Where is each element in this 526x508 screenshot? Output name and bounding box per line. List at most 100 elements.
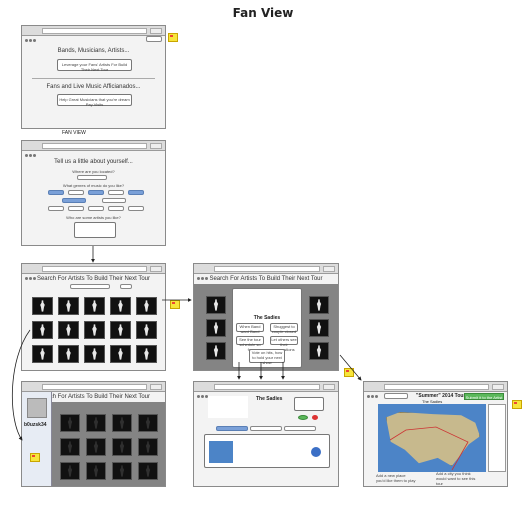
play-button[interactable] bbox=[311, 447, 321, 457]
back-button[interactable] bbox=[384, 393, 408, 399]
artist-thumb[interactable] bbox=[309, 296, 329, 314]
login-button[interactable] bbox=[146, 36, 162, 42]
artist-thumb[interactable] bbox=[136, 345, 157, 363]
option-box[interactable]: See the tour schedule so far bbox=[236, 336, 264, 352]
window-bar bbox=[22, 264, 165, 280]
artist-thumb[interactable] bbox=[86, 438, 106, 456]
genre-chip[interactable] bbox=[68, 190, 84, 195]
option-box[interactable]: When Band want Band bbox=[236, 323, 264, 334]
window-bar bbox=[194, 264, 338, 280]
genre-chip[interactable] bbox=[128, 206, 144, 211]
artist-thumb[interactable] bbox=[86, 414, 106, 432]
artist-thumb[interactable] bbox=[138, 462, 158, 480]
genre-chip[interactable] bbox=[128, 190, 144, 195]
artist-thumb[interactable] bbox=[84, 321, 105, 339]
artists-input[interactable] bbox=[74, 222, 116, 238]
artist-thumb[interactable] bbox=[60, 462, 80, 480]
location-input[interactable] bbox=[77, 175, 107, 180]
genre-chip[interactable] bbox=[108, 190, 124, 195]
artist-modal: The Sadies When Band want Band Shuggest … bbox=[232, 288, 302, 368]
artist-name: The Sadies bbox=[253, 315, 281, 321]
sticky-note bbox=[168, 33, 178, 42]
window-bar bbox=[194, 382, 338, 398]
genre-chip[interactable] bbox=[62, 198, 86, 203]
artist-thumb[interactable] bbox=[110, 321, 131, 339]
search-heading: Search For Artists To Build Their Next T… bbox=[36, 276, 151, 282]
artist-detail-screen: Search For Artists To Build Their Next T… bbox=[193, 263, 339, 371]
artist-thumb[interactable] bbox=[58, 321, 79, 339]
genre-chip[interactable] bbox=[48, 190, 64, 195]
option-box[interactable]: Let others see their suggestions bbox=[270, 336, 298, 352]
genre-chip[interactable] bbox=[102, 198, 126, 203]
submit-button[interactable]: Submit it to the Artist bbox=[464, 393, 504, 400]
band-cta-button[interactable]: Leverage your Fans' Artists For Build Th… bbox=[57, 59, 132, 72]
artist-thumb[interactable] bbox=[138, 438, 158, 456]
genre-chip[interactable] bbox=[48, 206, 64, 211]
window-bar bbox=[22, 382, 165, 398]
artist-thumb[interactable] bbox=[60, 438, 80, 456]
artist-name: The Sadies bbox=[256, 396, 283, 402]
tour-map-screen: "Summer" 2014 Tour The Sadies Submit it … bbox=[363, 381, 508, 487]
artist-thumb[interactable] bbox=[32, 345, 53, 363]
genre-chip[interactable] bbox=[88, 190, 104, 195]
genre-chip[interactable] bbox=[68, 206, 84, 211]
artist-thumb[interactable] bbox=[58, 297, 79, 315]
artist-thumb[interactable] bbox=[136, 321, 157, 339]
play-widget[interactable] bbox=[294, 397, 324, 411]
artist-photo bbox=[243, 292, 291, 312]
artist-thumb[interactable] bbox=[84, 345, 105, 363]
artist-thumb[interactable] bbox=[32, 297, 53, 315]
artist-thumb[interactable] bbox=[136, 297, 157, 315]
genres-question: What genres of music do you like? bbox=[62, 183, 125, 188]
artist-thumb[interactable] bbox=[112, 462, 132, 480]
artist-thumb[interactable] bbox=[112, 414, 132, 432]
window-bar bbox=[22, 141, 165, 157]
fan-view-label: FAN VIEW bbox=[62, 130, 86, 136]
option-box[interactable]: Shuggest to couple closed bbox=[270, 323, 298, 334]
genre-chip[interactable] bbox=[88, 206, 104, 211]
fan-cta-button[interactable]: Help Great Musicians that you're dream P… bbox=[57, 94, 132, 107]
artist-thumb[interactable] bbox=[58, 345, 79, 363]
band-heading: Bands, Musicians, Artists... bbox=[57, 48, 130, 54]
green-action-button[interactable] bbox=[298, 415, 308, 420]
mini-map bbox=[209, 441, 233, 463]
artist-thumb[interactable] bbox=[112, 438, 132, 456]
search-input[interactable] bbox=[70, 284, 110, 289]
artist-thumb[interactable] bbox=[84, 297, 105, 315]
profile-heading: Tell us a little about yourself... bbox=[54, 159, 133, 165]
artist-thumb[interactable] bbox=[206, 296, 226, 314]
window-bar bbox=[364, 382, 507, 398]
search-screen: Search For Artists To Build Their Next T… bbox=[21, 263, 166, 371]
artist-thumb[interactable] bbox=[138, 414, 158, 432]
profile-screen: Tell us a little about yourself... Where… bbox=[21, 140, 166, 246]
add-city-caption: Add a city you think would want to see t… bbox=[436, 471, 476, 486]
option-box[interactable]: Vote on hits, how to hold your next show bbox=[249, 349, 285, 365]
tab-schedule[interactable] bbox=[250, 426, 282, 431]
artist-thumb[interactable] bbox=[309, 319, 329, 337]
filter-select[interactable] bbox=[120, 284, 132, 289]
artist-thumb[interactable] bbox=[86, 462, 106, 480]
artist-thumb[interactable] bbox=[206, 319, 226, 337]
tab-tour[interactable] bbox=[216, 426, 248, 431]
fan-profile-screen: Search For Artists To Build Their Next T… bbox=[21, 381, 166, 487]
artists-question: Who are some artists you like? bbox=[66, 215, 121, 220]
username: b0uzsk34 bbox=[24, 422, 47, 428]
search-heading: Search For Artists To Build Their Next T… bbox=[209, 276, 323, 282]
red-action-button[interactable] bbox=[312, 415, 318, 420]
side-panel bbox=[488, 404, 506, 472]
artist-thumb[interactable] bbox=[110, 345, 131, 363]
artist-thumb[interactable] bbox=[32, 321, 53, 339]
welcome-screen: Bands, Musicians, Artists... Leverage yo… bbox=[21, 25, 166, 129]
genre-chip[interactable] bbox=[108, 206, 124, 211]
window-bar bbox=[22, 26, 165, 42]
sticky-note bbox=[30, 453, 40, 462]
divider bbox=[32, 78, 155, 79]
artist-thumb[interactable] bbox=[206, 342, 226, 360]
artist-thumb[interactable] bbox=[110, 297, 131, 315]
tour-panel bbox=[204, 434, 330, 468]
artist-thumb[interactable] bbox=[60, 414, 80, 432]
avatar bbox=[27, 398, 47, 418]
tab-suggestions[interactable] bbox=[284, 426, 316, 431]
artist-thumb[interactable] bbox=[309, 342, 329, 360]
artist-photo bbox=[208, 396, 248, 418]
